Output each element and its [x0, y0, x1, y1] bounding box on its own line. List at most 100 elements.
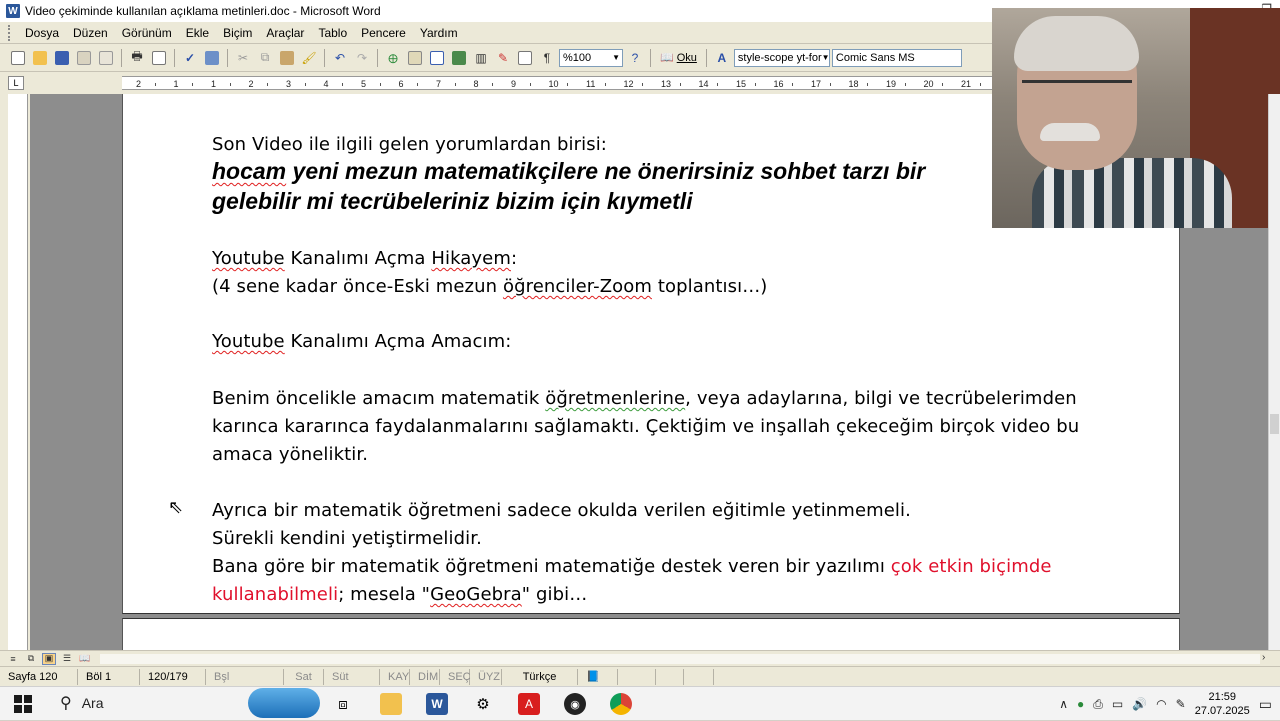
outline-view-icon[interactable]: ☰ [60, 653, 74, 665]
windows-taskbar: ⚲ Ara ⧈ W ⚙ A ◉ ∧ ● ⎙ ▭ 🔊 ◠ ✎ 21:59 27.0… [0, 686, 1280, 720]
obs-icon[interactable]: ◉ [564, 693, 586, 715]
status-empty [618, 668, 656, 685]
paste-icon[interactable] [277, 48, 297, 68]
usb-icon[interactable]: ⎙ [1093, 697, 1103, 712]
styles-formatting-icon[interactable]: A [712, 48, 732, 68]
taskbar-whale-icon[interactable] [248, 688, 320, 718]
normal-view-icon[interactable]: ≡ [6, 653, 20, 665]
ruler-tick-label: 21 [961, 79, 972, 89]
insert-excel-icon[interactable] [449, 48, 469, 68]
vertical-scrollbar[interactable] [1268, 94, 1280, 650]
permission-icon[interactable] [74, 48, 94, 68]
status-section: Böl 1 [78, 668, 140, 685]
email-icon[interactable] [96, 48, 116, 68]
volume-icon[interactable]: 🔊 [1132, 697, 1147, 711]
hyperlink-icon[interactable]: 🜨 [383, 48, 403, 68]
taskbar-clock[interactable]: 21:59 27.07.2025 [1195, 690, 1250, 718]
tables-borders-icon[interactable] [405, 48, 425, 68]
document-map-icon[interactable] [515, 48, 535, 68]
ruler-tick-mark [979, 83, 981, 86]
menu-araclar[interactable]: Araçlar [259, 24, 311, 42]
windows-start-icon[interactable] [14, 695, 32, 713]
columns-icon[interactable]: ▥ [471, 48, 491, 68]
vertical-scroll-thumb[interactable] [1270, 414, 1279, 434]
status-track[interactable]: DİM [410, 668, 440, 685]
horizontal-ruler[interactable]: 2 1 1 2 3 4 5 6 7 8 9 10 11 12 13 14 15 16 17 18 19 20 21 [122, 76, 992, 90]
scroll-right-icon[interactable]: › [1262, 652, 1265, 663]
toolbar-separator [174, 48, 175, 67]
status-language[interactable]: Türkçe [502, 668, 578, 685]
undo-icon[interactable]: ↶ [330, 48, 350, 68]
doc-text: : [510, 248, 518, 269]
reading-layout-icon[interactable]: 📖 [78, 653, 92, 665]
chrome-icon[interactable] [610, 693, 632, 715]
menu-yardim[interactable]: Yardım [413, 24, 465, 42]
ruler-tick-mark [229, 83, 231, 86]
ruler-tick-label: 11 [586, 79, 596, 89]
toolbar-separator [227, 48, 228, 67]
app-gear-icon[interactable]: ⚙ [472, 693, 494, 715]
status-extend[interactable]: SEÇ [440, 668, 471, 685]
format-painter-icon[interactable]: 🖌 [299, 48, 319, 68]
status-page: Sayfa 120 [0, 668, 78, 685]
research-icon[interactable] [202, 48, 222, 68]
spelling-status-icon[interactable]: 📘 [578, 668, 618, 685]
taskbar-search[interactable]: ⚲ Ara [60, 693, 104, 713]
status-rec[interactable]: KAY [380, 668, 410, 685]
style-select[interactable]: style-scope yt-for ▼ [733, 48, 830, 67]
menu-duzen[interactable]: Düzen [66, 24, 115, 42]
help-icon[interactable]: ? [625, 48, 645, 68]
status-empty [656, 668, 684, 685]
save-icon[interactable] [52, 48, 72, 68]
word-taskbar-icon[interactable]: W [426, 693, 448, 715]
menu-pencere[interactable]: Pencere [354, 24, 413, 42]
file-explorer-icon[interactable] [380, 693, 402, 715]
menu-ekle[interactable]: Ekle [179, 24, 216, 42]
open-folder-icon[interactable] [30, 48, 50, 68]
font-select[interactable]: Comic Sans MS [831, 48, 962, 67]
notification-icon[interactable]: ▭ [1259, 696, 1272, 713]
doc-quote-line: hocam yeni mezun matematikçilere ne öner… [212, 158, 925, 185]
copy-icon[interactable]: ⧉ [255, 48, 275, 68]
redo-icon[interactable]: ↷ [352, 48, 372, 68]
horizontal-scroll-track[interactable] [100, 654, 1260, 664]
menu-bicim[interactable]: Biçim [216, 24, 259, 42]
ruler-tick-mark [417, 83, 419, 86]
ruler-tick-label: 4 [323, 79, 329, 89]
show-hide-icon[interactable]: ¶ [537, 48, 557, 68]
insert-table-icon[interactable] [427, 48, 447, 68]
web-layout-icon[interactable]: ⧉ [24, 653, 38, 665]
ruler-tick-label: 3 [286, 79, 292, 89]
print-icon[interactable]: 🖶 [127, 48, 147, 68]
status-at: Bşl [206, 668, 284, 685]
chevron-up-icon[interactable]: ∧ [1059, 697, 1068, 711]
print-preview-icon[interactable] [149, 48, 169, 68]
pdf-reader-icon[interactable]: A [518, 693, 540, 715]
ruler-tick-label: 14 [698, 79, 709, 89]
cut-icon[interactable]: ✂ [233, 48, 253, 68]
menu-gorunum[interactable]: Görünüm [115, 24, 179, 42]
doc-text: Bana göre bir matematik öğretmeni matema… [212, 556, 891, 577]
spelling-icon[interactable]: ✓ [180, 48, 200, 68]
ruler-tick-mark [717, 83, 719, 86]
menu-dosya[interactable]: Dosya [18, 24, 66, 42]
menu-tablo[interactable]: Tablo [311, 24, 354, 42]
zoom-select[interactable]: %100 ▼ [559, 48, 623, 67]
ruler-tick-mark [267, 83, 269, 86]
tab-selector-icon[interactable]: L [8, 76, 24, 90]
security-icon[interactable]: ● [1077, 697, 1084, 711]
wifi-icon[interactable]: ◠ [1156, 697, 1166, 711]
pen-icon[interactable]: ✎ [1176, 697, 1186, 711]
vertical-ruler[interactable] [8, 94, 28, 650]
new-document-icon[interactable] [8, 48, 28, 68]
status-overtype[interactable]: ÜYZ [470, 668, 502, 685]
task-view-icon[interactable]: ⧈ [332, 693, 354, 715]
ruler-tick-label: 17 [811, 79, 822, 89]
print-layout-icon[interactable]: ▣ [42, 652, 56, 665]
doc-text: " gibi… [521, 584, 588, 605]
battery-icon[interactable]: ▭ [1112, 697, 1123, 711]
read-button[interactable]: 📖 Oku [656, 51, 701, 65]
drawing-icon[interactable]: ✎ [493, 48, 513, 68]
doc-line: Youtube Kanalımı Açma Amacım: [212, 331, 511, 352]
doc-text: çok etkin biçimde [890, 556, 1052, 577]
